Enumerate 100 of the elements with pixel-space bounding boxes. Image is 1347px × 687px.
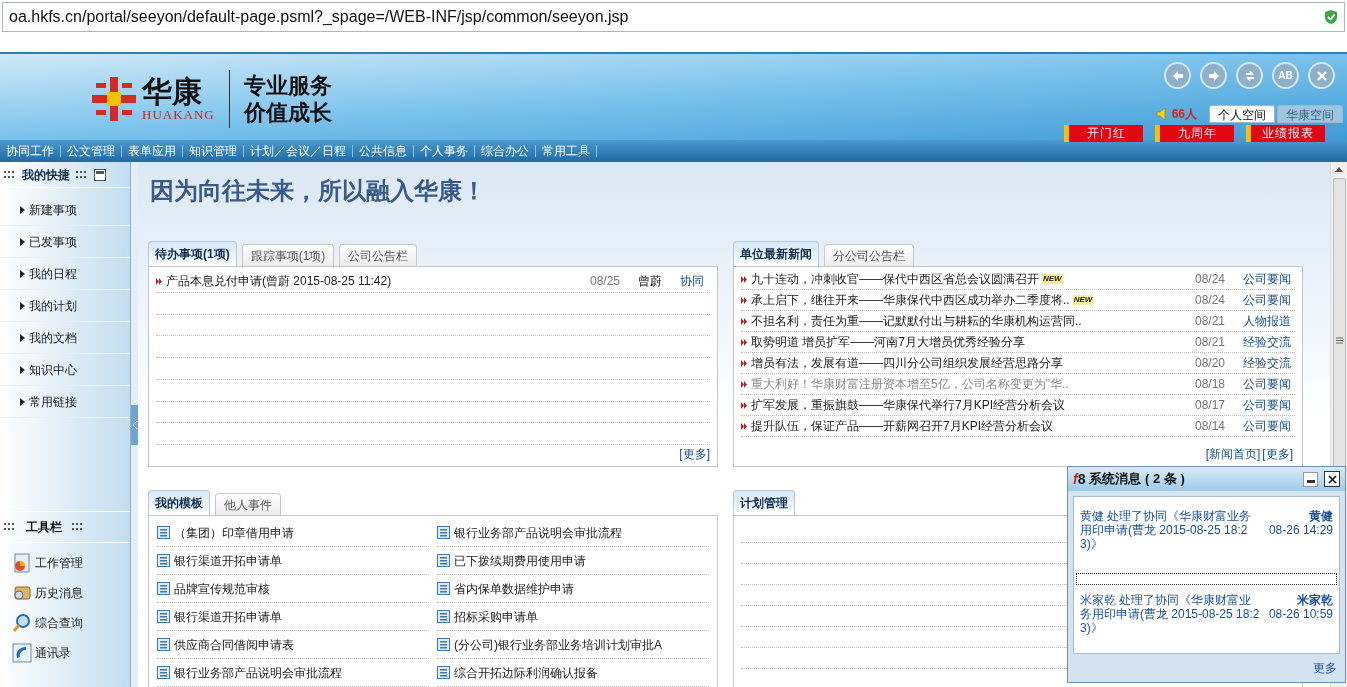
shield-icon [1324,9,1338,25]
panel-tab[interactable]: 我的模板 [148,490,210,515]
template-link[interactable]: 供应商合同借阅申请表 [174,635,294,654]
panel-tab[interactable]: 待办事项(1项) [148,241,237,266]
panel-tab[interactable]: 跟踪事项(1项) [241,244,335,266]
popup-title: 系统消息 ( 2 条 ) [1089,470,1186,489]
form-icon [437,582,450,595]
panel-tab[interactable]: 单位最新新闻 [733,241,819,266]
template-link[interactable]: （集团）印章借用申请 [174,523,294,542]
minimize-button[interactable] [1303,471,1318,487]
category-link[interactable]: 人物报道 [1243,312,1295,330]
nav-link[interactable]: 协同工作 [0,140,60,162]
pending-item-link[interactable]: 产品本息兑付申请(曾蔚 2015-08-25 11:42) [166,272,586,291]
collapse-handle[interactable] [131,404,138,445]
close-icon [1314,68,1329,83]
category-link[interactable]: 公司要闻 [1243,270,1295,288]
form-icon [157,638,170,651]
panel-tab[interactable]: 公司公告栏 [339,244,418,266]
toolbar-title: 工具栏 [26,519,62,536]
nav-link[interactable]: 表单应用 [122,140,182,162]
triangle-icon [20,365,25,374]
grip-icon [72,522,84,532]
template-link[interactable]: 已下拨续期费用使用申请 [454,551,586,570]
tool-item[interactable]: 历史消息 [12,581,130,605]
category-link[interactable]: 公司要闻 [1243,375,1295,393]
triangle-icon [20,237,25,246]
news-link[interactable]: 不担名利，责任为重——记默默付出与耕耘的华康机构运营同.. [751,312,1082,330]
nav-link[interactable]: 个人事务 [414,140,474,162]
template-link[interactable]: 银行渠道开拓申请单 [174,607,282,626]
nav-link[interactable]: 公文管理 [61,140,121,162]
more-link[interactable]: 更多 [1313,659,1337,677]
triangle-icon [20,301,25,310]
more-link[interactable]: [更多] [679,445,710,463]
minimize-icon [1306,479,1315,484]
tool-item[interactable]: 工作管理 [12,551,130,575]
category-link[interactable]: 协同 [680,272,710,291]
more-link[interactable]: [更多] [1262,445,1293,463]
promo-button[interactable]: 九周年 [1155,125,1234,142]
forward-button[interactable] [1200,62,1227,89]
panel-tab[interactable]: 计划管理 [733,490,795,515]
news-link[interactable]: 九十连动，冲刺收官——保代中西区省总会议圆满召开 [751,270,1039,288]
form-icon [437,554,450,567]
sender-name: 曾蔚 [638,273,663,291]
news-link[interactable]: 重大利好！华康财富注册资本增至5亿，公司名称变更为"华.. [751,375,1069,393]
triangle-icon [20,333,25,342]
form-icon [157,610,170,623]
template-link[interactable]: 省内保单数据维护申请 [454,579,574,598]
form-icon [157,526,170,539]
category-link[interactable]: 经验交流 [1243,354,1295,372]
form-icon [157,582,170,595]
address-bar[interactable]: oa.hkfs.cn/portal/seeyon/default-page.psml?_spage=/WEB-INF/jsp/common/seeyon.jsp [2,2,1345,32]
more-link[interactable]: [新闻首页] [1205,445,1261,463]
nav-link[interactable]: 计划／会议／日程 [244,140,352,162]
message-link[interactable]: 黄健 处理了协同《华康财富业务用印申请(曹龙 2015-08-25 18:23)》 [1080,509,1262,565]
close-button[interactable] [1324,471,1340,487]
refresh-button[interactable] [1236,62,1263,89]
form-icon [157,554,170,567]
category-link[interactable]: 公司要闻 [1243,291,1295,309]
space-tab[interactable]: 个人空间 [1209,105,1275,123]
new-badge: NEW [1072,295,1094,305]
template-link[interactable]: 银行业务部产品说明会审批流程 [454,523,622,542]
message-link[interactable]: 米家乾 处理了协同《华康财富业务用印申请(曹龙 2015-08-25 18:23)》 [1080,593,1262,649]
news-link[interactable]: 提升队伍，保证产品——开薪网召开7月KPI经营分析会议 [751,417,1053,435]
template-link[interactable]: 银行渠道开拓申请单 [174,551,282,570]
template-link[interactable]: 招标采购申请单 [454,607,538,626]
date-text: 08/17 [1195,397,1227,414]
motto-line: 价值成长 [243,99,332,126]
nav-link[interactable]: 综合办公 [475,140,535,162]
double-arrow-icon [741,275,747,283]
template-link[interactable]: 综合开拓边际利润确认报备 [454,663,598,682]
promo-button[interactable]: 业绩报表 [1246,125,1325,142]
double-arrow-icon [741,380,747,388]
news-link[interactable]: 取势明道 增员扩军——河南7月大增员优秀经验分享 [751,333,1025,351]
double-arrow-icon [741,296,747,304]
triangle-icon [20,397,25,406]
category-link[interactable]: 公司要闻 [1243,396,1295,414]
back-button[interactable] [1164,62,1191,89]
date-text: 08/21 [1195,334,1227,351]
grip-lines-icon [1335,337,1343,344]
news-link[interactable]: 扩军发展，重振旗鼓——华康保代举行7月KPI经营分析会议 [751,396,1065,414]
nav-link[interactable]: 公共信息 [353,140,413,162]
tool-item[interactable]: 综合查询 [12,611,130,635]
news-link[interactable]: 承上启下，继往开来——华康保代中西区成功举办二季度将.. [751,291,1070,309]
close-icon [1327,474,1337,484]
nav-link[interactable]: 知识管理 [183,140,243,162]
panel-tab[interactable]: 分公司公告栏 [824,244,914,266]
template-link[interactable]: 品牌宣传规范审核 [174,579,270,598]
space-tab[interactable]: 华康空间 [1277,105,1343,123]
category-link[interactable]: 经验交流 [1243,333,1295,351]
template-link[interactable]: 银行业务部产品说明会审批流程 [174,663,342,682]
category-link[interactable]: 公司要闻 [1243,417,1295,435]
nav-link[interactable]: 常用工具 [536,140,596,162]
promo-button[interactable]: 开门红 [1064,125,1143,142]
sender-name: 黄健 [1309,509,1333,523]
triangle-icon [20,269,25,278]
form-icon [437,666,450,679]
template-link[interactable]: (分公司)银行业务部业务培训计划审批A [454,635,662,654]
news-link[interactable]: 增员有法，发展有道——四川分公司组织发展经营思路分享 [751,354,1063,372]
tool-item[interactable]: 通讯录 [12,641,130,665]
panel-tab[interactable]: 他人事件 [215,493,281,515]
